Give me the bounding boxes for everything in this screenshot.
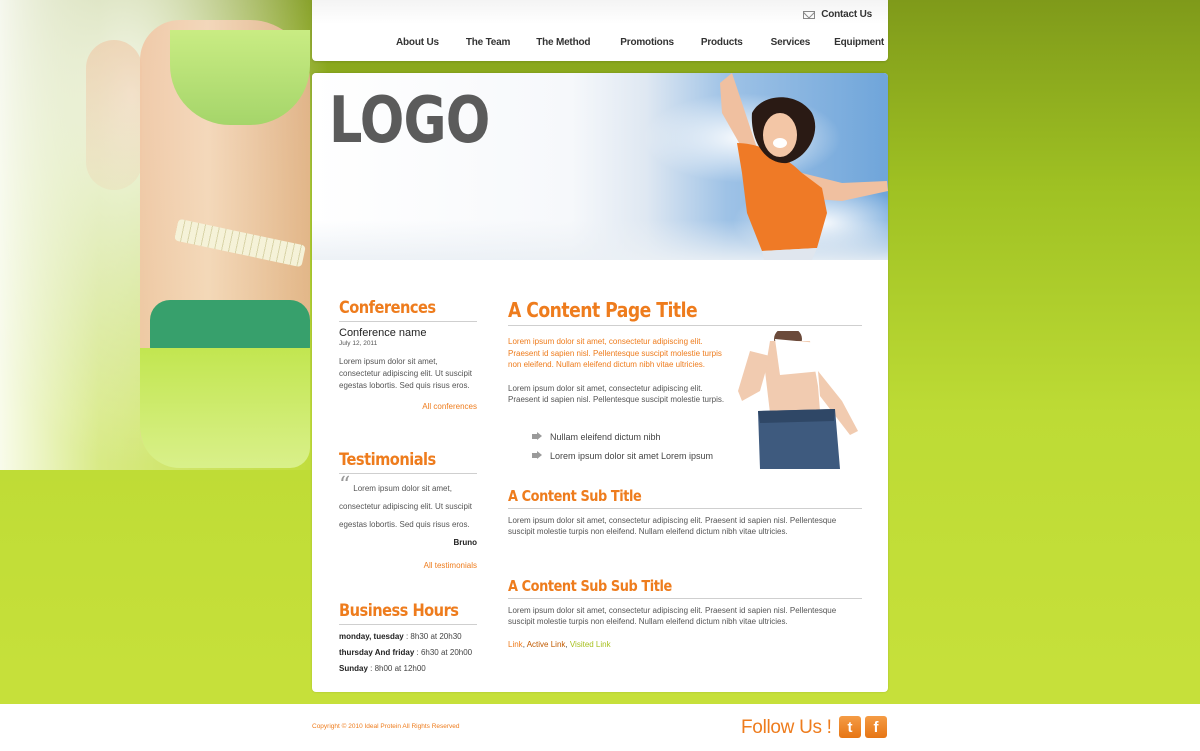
conference-date: July 12, 2011 [339,340,378,347]
follow-us-label: Follow Us ! [741,717,832,738]
contact-label: Contact Us [821,9,872,20]
intro-text: Lorem ipsum dolor sit amet, consectetur … [508,337,722,369]
main-nav: About Us The Team The Method Promotions … [396,37,884,48]
divider [508,325,862,326]
site-logo[interactable]: LOGO [329,89,490,153]
conference-name[interactable]: Conference name [339,327,477,339]
testimonials-heading: Testimonials [339,450,436,470]
sub-title: A Content Sub Title [508,486,642,505]
link-examples: Link, Active Link, Visited Link [508,639,611,649]
contact-link[interactable]: Contact Us [803,9,872,20]
mail-icon [803,10,816,19]
link-visited[interactable]: Visited Link [570,640,611,649]
top-navigation-bar: Contact Us About Us The Team The Method … [312,0,888,61]
testimonial-author: Bruno [453,538,477,547]
all-conferences-link[interactable]: All conferences [339,402,477,411]
divider [508,597,862,599]
divider [508,507,862,509]
facebook-icon[interactable]: f [865,716,887,738]
arrow-right-icon [532,451,542,460]
sidebar: Conferences Conference name July 12, 201… [339,297,477,677]
banner: LOGO [312,73,888,260]
nav-equipment[interactable]: Equipment [834,37,884,48]
nav-products[interactable]: Products [701,37,743,48]
arrow-right-icon [532,432,542,441]
divider [339,473,477,474]
hours-row: monday, tuesday : 8h30 at 20h30 [339,632,462,641]
business-hours-list: monday, tuesday : 8h30 at 20h30 thursday… [339,629,477,677]
hours-row: thursday And friday : 6h30 at 20h00 [339,648,473,657]
nav-the-team[interactable]: The Team [466,37,511,48]
pants-waistband [150,300,310,355]
quote-icon: “ [339,473,351,498]
page-title: A Content Page Title [508,298,698,322]
sub-paragraph: Lorem ipsum dolor sit amet, consectetur … [508,515,837,537]
thumb-up-hand [86,40,142,190]
hero-side-image [0,0,330,470]
sub-sub-title: A Content Sub Sub Title [508,576,672,595]
divider [339,624,477,625]
main-panel: LOGO Conferences Conference name July 12… [312,73,888,692]
conference-text: Lorem ipsum dolor sit amet, consectetur … [339,357,472,390]
pants [140,348,310,468]
nav-about-us[interactable]: About Us [396,37,439,48]
link-active[interactable]: Active Link [527,640,566,649]
twitter-icon[interactable]: t [839,716,861,738]
nav-services[interactable]: Services [771,37,811,48]
copyright: Copyright © 2010 Ideal Protein All Right… [312,723,460,730]
paragraph: Lorem ipsum dolor sit amet, consectetur … [508,383,725,405]
business-hours-heading: Business Hours [339,601,459,621]
nav-promotions[interactable]: Promotions [620,37,674,48]
all-testimonials-link[interactable]: All testimonials [339,561,477,570]
content: A Content Page Title Lorem ipsum dolor s… [508,297,862,649]
link-normal[interactable]: Link [508,640,523,649]
sub-sub-paragraph: Lorem ipsum dolor sit amet, consectetur … [508,605,837,627]
footer: Copyright © 2010 Ideal Protein All Right… [0,704,1200,751]
weight-loss-woman-image [738,331,858,469]
nav-the-method[interactable]: The Method [536,37,590,48]
testimonial-text: Lorem ipsum dolor sit amet, consectetur … [339,484,472,529]
divider [339,321,477,322]
conferences-heading: Conferences [339,298,436,318]
jumping-woman-image [720,73,888,260]
testimonial-quote: “ Lorem ipsum dolor sit amet, consectetu… [339,473,477,532]
hours-row: Sunday : 8h00 at 12h00 [339,664,426,673]
